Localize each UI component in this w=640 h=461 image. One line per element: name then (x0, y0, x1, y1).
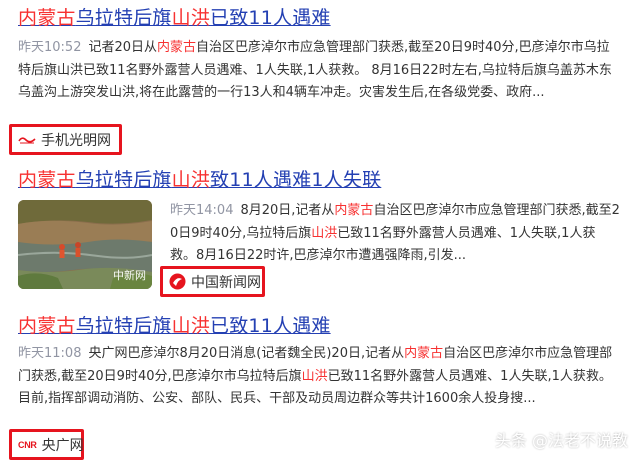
guangming-logo-icon (18, 135, 36, 145)
snippet-highlight: 内蒙古 (334, 203, 374, 218)
cnr-logo-icon: CNR (18, 440, 37, 450)
result-title-link[interactable]: 内蒙古乌拉特后旗山洪已致11人遇难 (18, 314, 331, 338)
title-text: 乌拉特后旗 (75, 315, 172, 337)
snippet-text: 央广网巴彦淖尔8月20日消息(记者魏全民)20日,记者从 (88, 346, 405, 361)
title-highlight: 山洪 (171, 169, 211, 191)
snippet-highlight: 内蒙古 (157, 40, 197, 55)
snippet-text: 8月20日,记者从 (240, 203, 335, 218)
source-name: 央广网 (41, 437, 84, 454)
watermark-text: 头条 @法老不说教 (494, 431, 628, 450)
result-time: 昨天10:52 (18, 40, 82, 55)
result-title-link[interactable]: 内蒙古乌拉特后旗山洪致11人遇难1人失联 (18, 168, 381, 192)
title-highlight: 山洪 (171, 7, 211, 29)
result-snippet: 昨天10:52 记者20日从内蒙古自治区巴彦淖尔市应急管理部门获悉,截至20日9时… (18, 37, 616, 105)
source-highlight-box[interactable]: CNR 央广网 (9, 429, 84, 460)
source-name: 手机光明网 (41, 132, 111, 149)
source-highlight-box[interactable]: 手机光明网 (9, 124, 122, 155)
thumbnail-watermark: 中新网 (113, 269, 146, 282)
chinanews-logo-icon (169, 273, 186, 290)
title-text: 乌拉特后旗 (75, 169, 172, 191)
toutiao-watermark: 头条 @法老不说教 (495, 427, 628, 451)
result-thumbnail[interactable]: 中新网 (18, 200, 152, 289)
title-highlight: 内蒙古 (18, 7, 76, 29)
snippet-highlight: 山洪 (301, 368, 328, 384)
title-text: 致11人遇难1人失联 (210, 169, 382, 191)
title-highlight: 内蒙古 (18, 169, 76, 191)
snippet-highlight: 内蒙古 (404, 346, 444, 361)
snippet-text: 记者20日从 (88, 40, 158, 55)
result-snippet: 昨天11:08 央广网巴彦淖尔8月20日消息(记者魏全民)20日,记者从内蒙古自治… (18, 343, 616, 411)
title-text: 已致11人遇难 (210, 7, 331, 29)
result-title-link[interactable]: 内蒙古乌拉特后旗山洪已致11人遇难 (18, 6, 331, 30)
source-highlight-box[interactable]: 中国新闻网 (160, 266, 265, 297)
title-highlight: 山洪 (171, 315, 211, 337)
result-snippet: 昨天14:04 8月20日,记者从内蒙古自治区巴彦淖尔市应急管理部门获悉,截至20… (170, 200, 620, 268)
title-text: 乌拉特后旗 (75, 7, 172, 29)
result-time: 昨天11:08 (18, 346, 82, 361)
title-highlight: 内蒙古 (18, 315, 76, 337)
source-name: 中国新闻网 (191, 274, 261, 291)
snippet-highlight: 山洪 (311, 225, 338, 241)
result-time: 昨天14:04 (170, 203, 234, 218)
title-text: 已致11人遇难 (210, 315, 331, 337)
cnr-logo-text: CNR (18, 439, 37, 450)
